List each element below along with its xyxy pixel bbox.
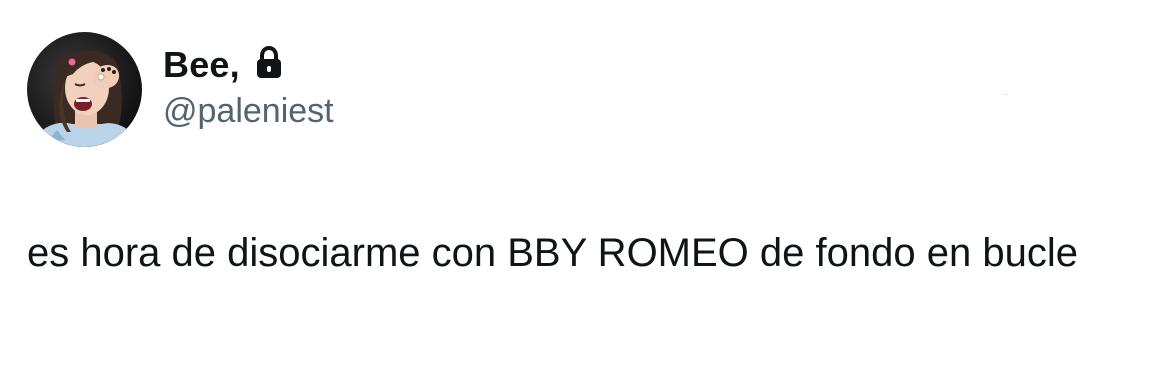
avatar[interactable] — [27, 32, 142, 147]
tweet-text: es hora de disociarme con BBY ROMEO de f… — [27, 231, 1078, 275]
lock-icon — [254, 45, 284, 80]
profile-photo — [27, 32, 142, 147]
tweet-card: Bee, @paleniest es hora de disociarme co… — [0, 0, 1170, 373]
name-row: Bee, — [163, 40, 334, 90]
username-handle[interactable]: @paleniest — [163, 92, 334, 131]
tweet-header: Bee, @paleniest — [163, 40, 334, 131]
display-name[interactable]: Bee, — [163, 44, 240, 86]
divider-mark — [1003, 94, 1008, 95]
